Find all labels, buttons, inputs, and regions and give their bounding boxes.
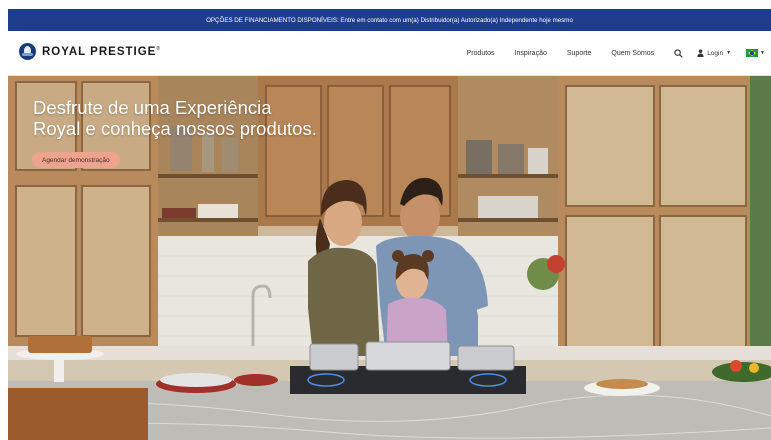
schedule-demo-button[interactable]: Agendar demonstração	[32, 152, 120, 168]
page-frame: OPÇÕES DE FINANCIAMENTO DISPONÍVEIS: Ent…	[8, 9, 771, 440]
announcement-text: OPÇÕES DE FINANCIAMENTO DISPONÍVEIS: Ent…	[206, 16, 573, 24]
user-icon	[697, 49, 704, 57]
nav-item-inspiracao[interactable]: Inspiração	[515, 50, 547, 57]
hero-title: Desfrute de uma Experiência Royal e conh…	[33, 97, 317, 139]
login-label: Login	[707, 49, 724, 57]
crown-logo-icon	[19, 43, 36, 60]
chevron-down-icon: ▼	[726, 50, 732, 56]
nav-item-produtos[interactable]: Produtos	[467, 50, 495, 57]
language-selector[interactable]: ▼	[746, 49, 765, 57]
brazil-flag-icon	[746, 49, 759, 57]
nav-item-suporte[interactable]: Suporte	[567, 50, 592, 57]
brand-logo[interactable]: ROYAL PRESTIGE®	[19, 43, 161, 60]
announcement-bar: OPÇÕES DE FINANCIAMENTO DISPONÍVEIS: Ent…	[8, 9, 771, 31]
hero-title-line-2: Royal e conheça nossos produtos.	[33, 118, 317, 139]
hero-banner: Desfrute de uma Experiência Royal e conh…	[8, 76, 771, 440]
top-cropped-strip	[0, 0, 771, 9]
nav-links: Produtos Inspiração Suporte Quem Somos L…	[467, 31, 771, 75]
chevron-down-icon: ▼	[760, 50, 765, 56]
brand-name: ROYAL PRESTIGE®	[42, 45, 162, 58]
hero-title-line-1: Desfrute de uma Experiência	[33, 97, 272, 118]
login-button[interactable]: Login ▼	[697, 49, 731, 57]
nav-item-quem-somos[interactable]: Quem Somos	[611, 50, 654, 57]
search-icon[interactable]	[674, 48, 683, 58]
main-navbar: ROYAL PRESTIGE® Produtos Inspiração Supo…	[8, 31, 771, 76]
